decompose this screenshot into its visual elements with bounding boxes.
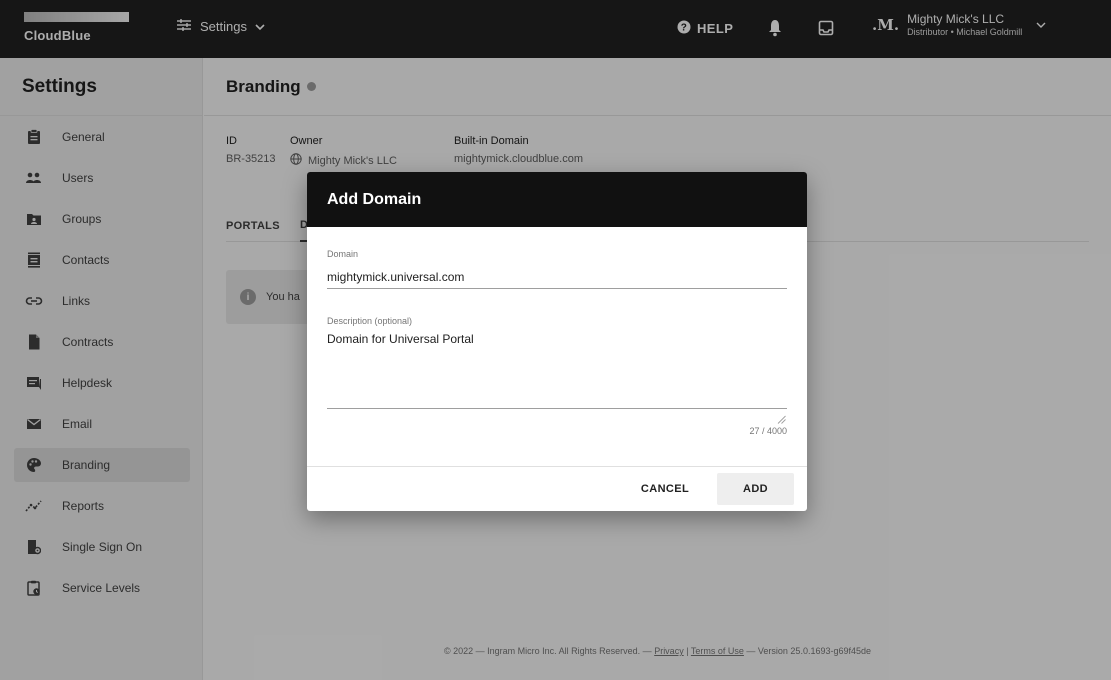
description-textarea[interactable]: Domain for Universal Portal: [327, 331, 787, 409]
dialog-body: Domain Description (optional) Domain for…: [307, 227, 807, 467]
domain-input[interactable]: [327, 265, 787, 289]
dialog-title: Add Domain: [307, 172, 807, 227]
add-domain-dialog: Add Domain Domain Description (optional)…: [307, 172, 807, 511]
cancel-button[interactable]: CANCEL: [625, 473, 705, 505]
character-counter: 27 / 4000: [749, 426, 787, 436]
description-label: Description (optional): [327, 316, 413, 326]
dialog-actions: CANCEL ADD: [307, 466, 807, 511]
resize-handle-icon[interactable]: [777, 411, 786, 424]
add-button[interactable]: ADD: [717, 473, 794, 505]
domain-label: Domain: [327, 249, 359, 259]
